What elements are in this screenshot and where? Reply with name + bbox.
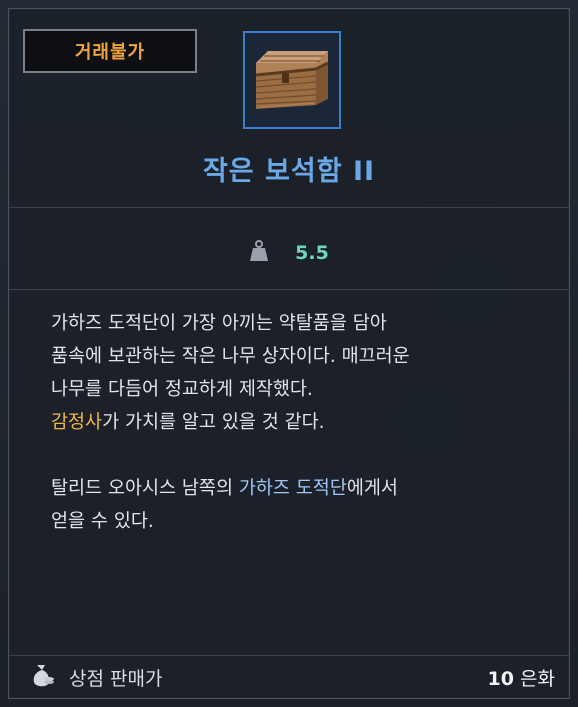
- description-text: 에게서: [346, 478, 398, 499]
- description-text: 탈리드 오아시스 남쪽의: [51, 478, 239, 499]
- weight-icon: [249, 240, 269, 266]
- description-text: 가 가치를 알고 있을 것 같다.: [102, 412, 325, 433]
- item-description: 가하즈 도적단이 가장 아끼는 약탈품을 담아 품속에 보관하는 작은 나무 상…: [51, 307, 539, 538]
- sell-price-unit: 은화: [514, 667, 555, 690]
- divider-top: [9, 207, 569, 208]
- wooden-treasure-chest-icon: [250, 43, 334, 117]
- item-name: 작은 보석함 II: [202, 156, 376, 187]
- sell-price-value: 10 은화: [488, 664, 569, 691]
- description-line: 가하즈 도적단이 가장 아끼는 약탈품을 담아: [51, 313, 387, 334]
- sell-price-number: 10: [487, 667, 514, 690]
- divider-mid: [9, 289, 569, 290]
- item-tooltip: 거래불가 작은 보석함 II 5.5 가하즈 도적단이 가장 아끼는 약탈품을 …: [8, 8, 570, 699]
- tooltip-header: 거래불가 작은 보석함 II: [9, 9, 569, 207]
- shop-sell-price-label: 상점 판매가: [69, 667, 163, 690]
- description-line: 감정사가 가치를 알고 있을 것 같다.: [51, 406, 539, 439]
- item-icon-frame[interactable]: [243, 31, 341, 129]
- untradeable-badge: 거래불가: [23, 29, 197, 73]
- tooltip-footer: 상점 판매가 10 은화: [9, 655, 569, 698]
- description-line: 탈리드 오아시스 남쪽의 가하즈 도적단에게서: [51, 472, 539, 505]
- gahaz-bandits-keyword: 가하즈 도적단: [238, 478, 347, 499]
- description-line: 나무를 다듬어 정교하게 제작했다.: [51, 379, 313, 400]
- item-weight: 5.5: [9, 217, 569, 289]
- weight-value: 5.5: [295, 242, 329, 264]
- shop-sell-price-label-group: 상점 판매가: [9, 662, 488, 692]
- description-line: 품속에 보관하는 작은 나무 상자이다. 매끄러운: [51, 346, 410, 367]
- appraiser-keyword: 감정사: [51, 412, 103, 433]
- description-line: 얻을 수 있다.: [51, 511, 154, 532]
- money-bag-icon: [29, 662, 55, 692]
